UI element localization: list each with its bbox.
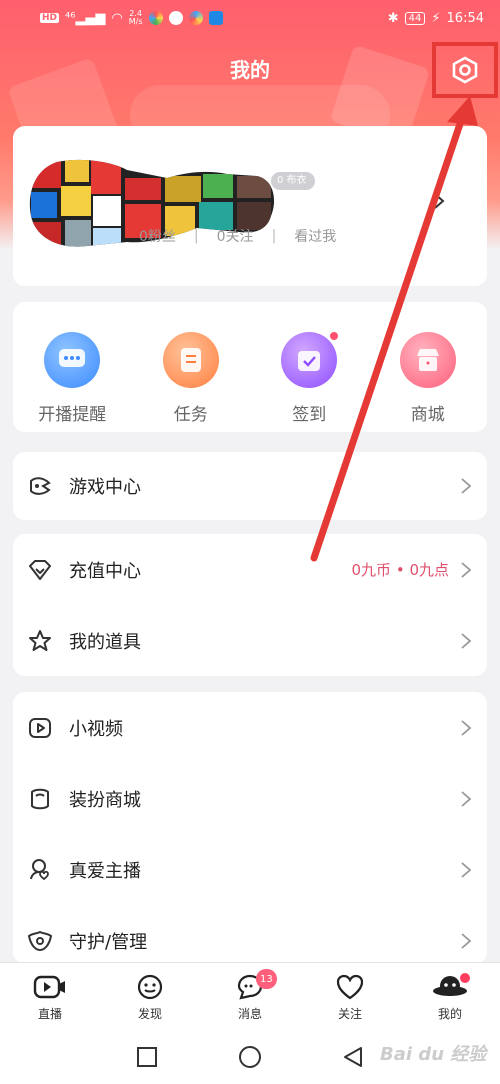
profile-card[interactable]: 0 布衣 0粉丝 | 0关注 | 看过我 — [13, 126, 487, 286]
menu-row-recharge[interactable]: 充值中心 0九币 • 0九点 — [13, 534, 487, 605]
tab-messages[interactable]: 13 消息 — [200, 963, 300, 1030]
chevron-right-icon — [461, 790, 472, 807]
quick-action-label: 任务 — [173, 405, 208, 425]
chevron-right-icon — [461, 478, 472, 494]
viewed-me-link[interactable]: 看过我 — [294, 226, 336, 246]
fans-count[interactable]: 0粉丝 — [139, 226, 176, 246]
quick-action-checkin[interactable]: 签到 — [254, 330, 364, 432]
bottom-tab-bar: 直播 发现 13 消息 关注 我的 — [0, 962, 500, 1030]
more-features-card: 小视频 装扮商城 真爱主播 守护/管理 — [13, 692, 487, 964]
battery-icon: 44 — [404, 11, 426, 25]
shield-icon — [27, 930, 53, 951]
app-notification-icon — [148, 11, 163, 25]
tab-label: 发现 — [137, 1007, 162, 1021]
chevron-right-icon — [434, 193, 445, 209]
menu-row-label: 装扮商城 — [69, 789, 141, 811]
menu-row-true-love-anchor[interactable]: 真爱主播 — [13, 834, 487, 905]
dress-up-icon — [31, 788, 49, 809]
chevron-right-icon — [461, 932, 472, 949]
quick-action-shop[interactable]: 商城 — [373, 332, 483, 432]
discover-face-icon — [137, 974, 163, 1000]
settings-button[interactable] — [436, 46, 494, 94]
quick-action-label: 开播提醒 — [38, 405, 107, 425]
heart-icon — [336, 974, 364, 1000]
level-badge: 0 布衣 — [271, 172, 315, 190]
app-notification-icon — [188, 11, 203, 25]
video-icon — [29, 717, 51, 738]
separator: | — [271, 228, 277, 244]
chevron-right-icon — [461, 719, 472, 736]
wifi-icon: ◠ — [111, 10, 123, 26]
menu-row-label: 我的道具 — [69, 631, 141, 653]
wallet-card: 充值中心 0九币 • 0九点 我的道具 — [13, 534, 487, 676]
bluetooth-icon: ✱ — [387, 10, 399, 26]
game-center-card: 游戏中心 — [13, 452, 487, 520]
tab-label: 我的 — [437, 1007, 462, 1021]
chevron-right-icon — [461, 561, 472, 578]
app-notification-icon — [208, 11, 223, 25]
back-triangle-icon[interactable] — [342, 1046, 364, 1068]
home-circle-icon[interactable] — [238, 1045, 262, 1069]
charging-icon: ⚡ — [431, 10, 441, 26]
notification-dot — [328, 330, 341, 342]
status-bar: HD ⁴⁶▂▄▆ ◠ 2.4 M/s ✱ 44 ⚡ 16:54 — [0, 0, 500, 36]
quick-action-label: 商城 — [410, 405, 445, 425]
live-camera-icon — [33, 975, 65, 999]
quick-action-label: 签到 — [292, 405, 327, 425]
heart-person-icon — [30, 858, 49, 880]
menu-row-game-center[interactable]: 游戏中心 — [13, 452, 487, 520]
tab-discover[interactable]: 发现 — [100, 963, 200, 1030]
chat-bubble-icon — [44, 332, 101, 388]
menu-row-short-video[interactable]: 小视频 — [13, 692, 487, 763]
follow-stats: 0粉丝 | 0关注 | 看过我 — [139, 226, 336, 246]
menu-row-label: 真爱主播 — [69, 860, 141, 882]
tab-follow[interactable]: 关注 — [300, 963, 400, 1030]
clock: 16:54 — [446, 10, 484, 26]
signal-icon: ⁴⁶▂▄▆ — [65, 10, 106, 26]
task-list-icon — [162, 332, 219, 388]
notification-dot — [460, 973, 470, 983]
star-icon — [29, 629, 51, 651]
quick-actions: 开播提醒 任务 签到 商城 — [13, 302, 487, 432]
quick-action-tasks[interactable]: 任务 — [136, 332, 246, 432]
calendar-check-icon — [281, 332, 338, 388]
quick-action-reminder[interactable]: 开播提醒 — [17, 332, 127, 432]
menu-row-label: 游戏中心 — [69, 477, 141, 498]
watermark: Bai du 经验 — [380, 1044, 487, 1065]
tab-label: 直播 — [37, 1007, 62, 1021]
recents-square-icon[interactable] — [136, 1046, 158, 1068]
menu-row-label: 守护/管理 — [69, 931, 148, 953]
tab-label: 消息 — [237, 1007, 262, 1021]
shop-icon — [399, 332, 456, 388]
chevron-right-icon — [461, 861, 472, 878]
tab-label: 关注 — [337, 1007, 362, 1021]
diamond-icon — [29, 559, 51, 580]
hexagon-gear-icon — [452, 56, 478, 84]
gamepad-icon — [30, 477, 51, 495]
app-notification-icon — [168, 11, 183, 25]
menu-row-guard-manage[interactable]: 守护/管理 — [13, 905, 487, 964]
menu-row-dress-up-shop[interactable]: 装扮商城 — [13, 763, 487, 834]
tab-me[interactable]: 我的 — [400, 963, 500, 1030]
net-speed: 2.4 M/s — [128, 9, 143, 26]
balance-text: 0九币 • 0九点 — [351, 561, 449, 579]
chevron-right-icon — [461, 632, 472, 649]
menu-row-label: 充值中心 — [69, 560, 141, 582]
tab-live[interactable]: 直播 — [0, 963, 100, 1030]
menu-row-label: 小视频 — [69, 718, 123, 740]
menu-row-my-props[interactable]: 我的道具 — [13, 605, 487, 676]
following-count[interactable]: 0关注 — [217, 226, 254, 246]
separator: | — [193, 228, 199, 244]
hd-badge: HD — [40, 13, 60, 23]
unread-badge: 13 — [256, 969, 277, 989]
page-title: 我的 — [230, 58, 270, 82]
